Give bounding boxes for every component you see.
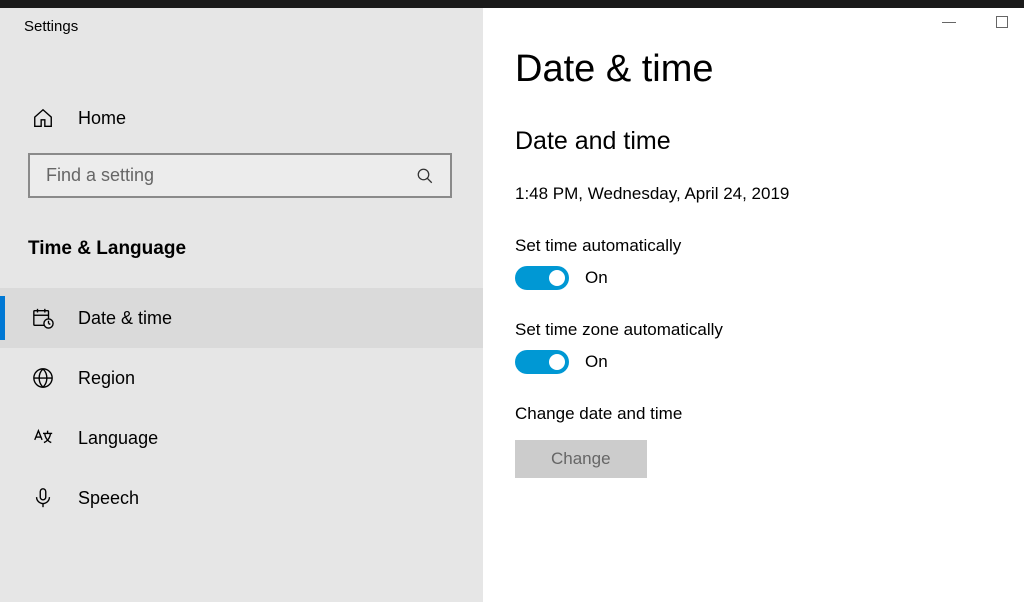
sidebar-item-label: Date & time xyxy=(78,308,172,329)
sidebar-item-language[interactable]: Language xyxy=(0,408,483,468)
sidebar-item-date-time[interactable]: Date & time xyxy=(0,288,483,348)
toggle-knob xyxy=(549,354,565,370)
change-button[interactable]: Change xyxy=(515,440,647,478)
page-title: Date & time xyxy=(515,48,1024,91)
search-input[interactable] xyxy=(46,165,416,186)
nav-list: Date & time Region xyxy=(0,288,483,528)
sidebar-item-speech[interactable]: Speech xyxy=(0,468,483,528)
sidebar: Settings Home Time & Language xyxy=(0,8,483,602)
setting-label: Change date and time xyxy=(515,404,1024,424)
calendar-clock-icon xyxy=(32,307,54,329)
search-box[interactable] xyxy=(28,153,452,198)
set-tz-auto-toggle[interactable] xyxy=(515,350,569,374)
app-container: Settings Home Time & Language xyxy=(0,8,1024,602)
setting-label: Set time automatically xyxy=(515,236,1024,256)
home-label: Home xyxy=(78,108,126,129)
setting-set-time-auto: Set time automatically On xyxy=(515,236,1024,290)
toggle-knob xyxy=(549,270,565,286)
toggle-state: On xyxy=(585,268,608,288)
toggle-row: On xyxy=(515,350,1024,374)
sidebar-item-label: Speech xyxy=(78,488,139,509)
language-icon xyxy=(32,427,54,449)
set-time-auto-toggle[interactable] xyxy=(515,266,569,290)
maximize-icon xyxy=(996,16,1008,28)
sidebar-item-region[interactable]: Region xyxy=(0,348,483,408)
titlebar xyxy=(0,0,1024,8)
category-title: Time & Language xyxy=(0,208,483,276)
setting-change-datetime: Change date and time Change xyxy=(515,404,1024,478)
setting-set-tz-auto: Set time zone automatically On xyxy=(515,320,1024,374)
home-nav[interactable]: Home xyxy=(0,93,483,143)
minimize-button[interactable] xyxy=(942,22,956,23)
window-title: Settings xyxy=(0,8,483,43)
setting-label: Set time zone automatically xyxy=(515,320,1024,340)
search-icon xyxy=(416,167,434,185)
minimize-icon xyxy=(942,22,956,23)
section-title: Date and time xyxy=(515,127,1024,156)
maximize-button[interactable] xyxy=(996,16,1008,28)
home-icon xyxy=(32,107,54,129)
globe-icon xyxy=(32,367,54,389)
window-controls xyxy=(942,16,1008,28)
toggle-state: On xyxy=(585,352,608,372)
microphone-icon xyxy=(32,487,54,509)
sidebar-item-label: Region xyxy=(78,368,135,389)
sidebar-item-label: Language xyxy=(78,428,158,449)
main-content: Date & time Date and time 1:48 PM, Wedne… xyxy=(483,8,1024,602)
current-datetime: 1:48 PM, Wednesday, April 24, 2019 xyxy=(515,184,1024,204)
search-wrap xyxy=(0,143,483,208)
toggle-row: On xyxy=(515,266,1024,290)
